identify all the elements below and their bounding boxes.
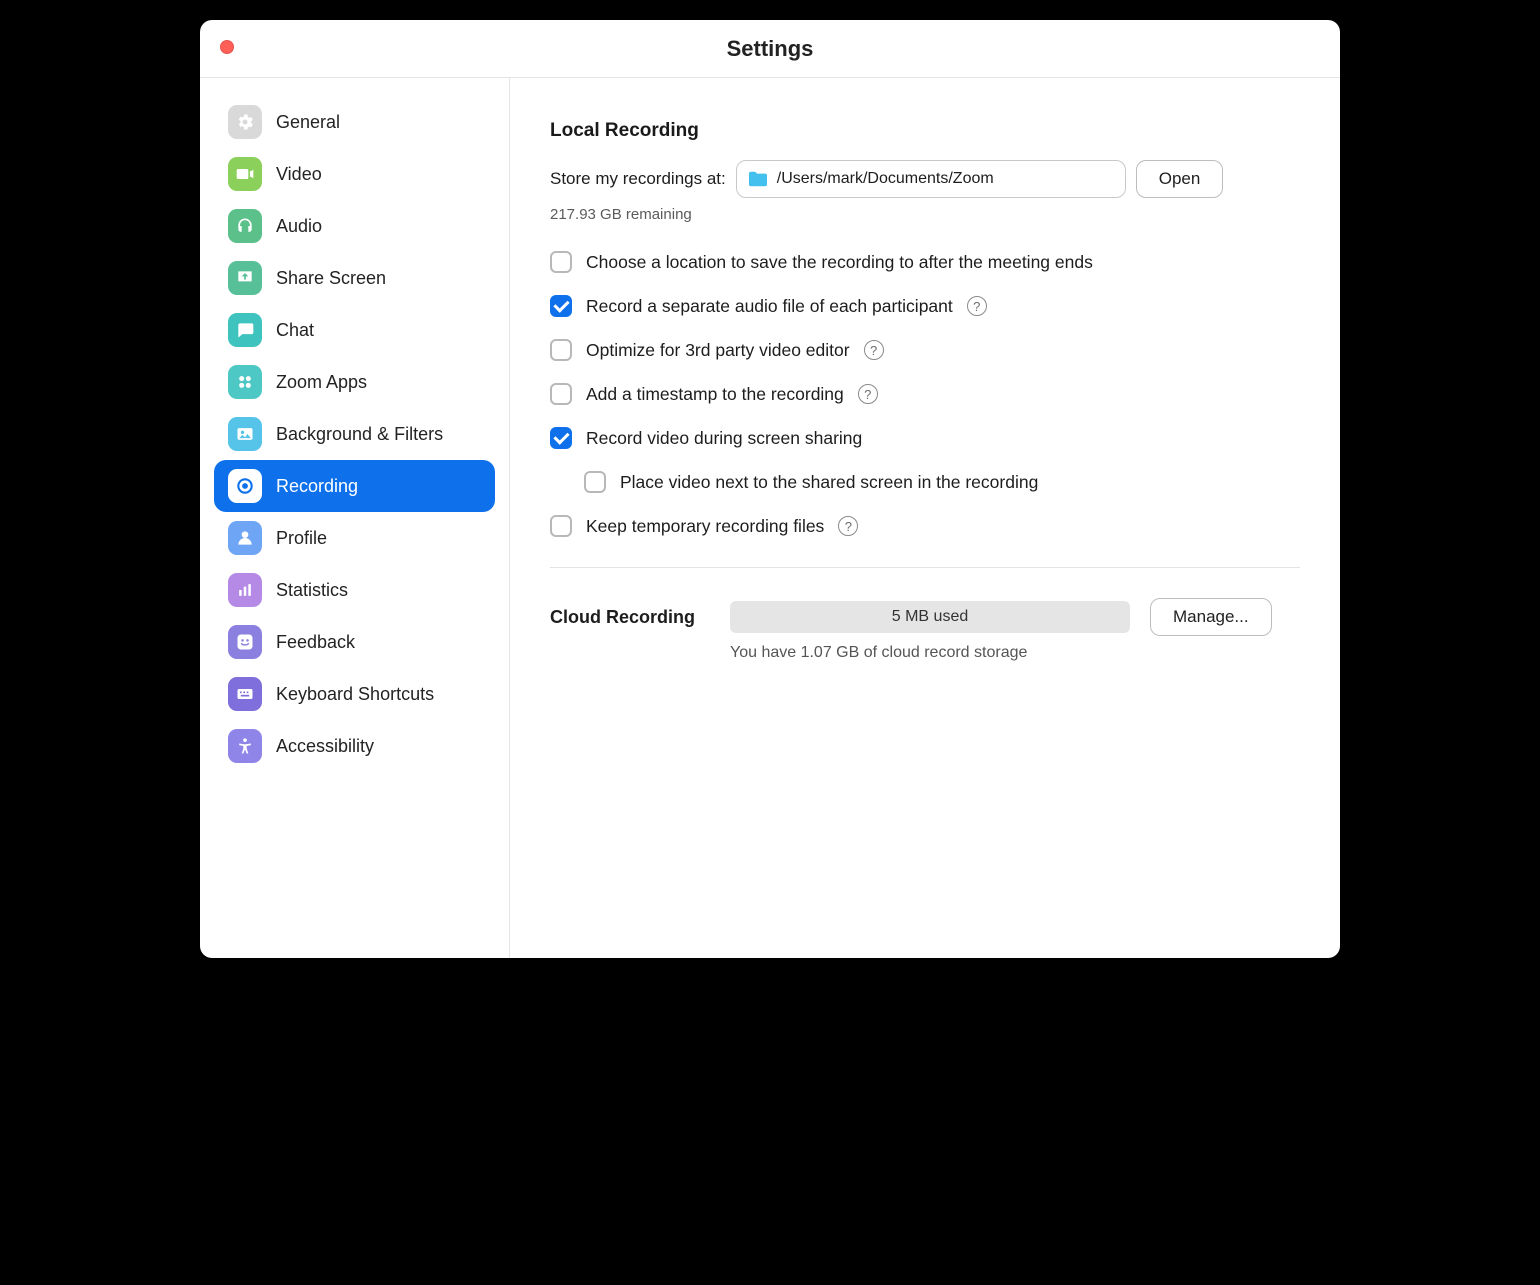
manage-button[interactable]: Manage...: [1150, 598, 1272, 636]
chat-icon: [228, 313, 262, 347]
close-window-button[interactable]: [220, 40, 234, 54]
cloud-usage-text: 5 MB used: [892, 608, 968, 626]
user-icon: [228, 521, 262, 555]
sidebar-item-recording[interactable]: Recording: [214, 460, 495, 512]
apps-icon: [228, 365, 262, 399]
sidebar-item-label: Keyboard Shortcuts: [276, 684, 434, 705]
body: General Video Audio Share Screen: [200, 78, 1340, 958]
sidebar-item-background-filters[interactable]: Background & Filters: [214, 408, 495, 460]
help-icon[interactable]: ?: [967, 296, 987, 316]
checkbox-timestamp[interactable]: [550, 383, 572, 405]
sidebar-item-share-screen[interactable]: Share Screen: [214, 252, 495, 304]
sidebar-item-label: General: [276, 112, 340, 133]
gear-icon: [228, 105, 262, 139]
sidebar-item-statistics[interactable]: Statistics: [214, 564, 495, 616]
help-icon[interactable]: ?: [864, 340, 884, 360]
photo-icon: [228, 417, 262, 451]
option-label: Keep temporary recording files: [586, 516, 824, 537]
smile-icon: [228, 625, 262, 659]
sidebar: General Video Audio Share Screen: [200, 78, 510, 958]
divider: [550, 567, 1300, 568]
sidebar-item-accessibility[interactable]: Accessibility: [214, 720, 495, 772]
option-label: Record video during screen sharing: [586, 428, 862, 449]
open-button[interactable]: Open: [1136, 160, 1224, 198]
option-label: Place video next to the shared screen in…: [620, 472, 1038, 493]
sidebar-item-label: Statistics: [276, 580, 348, 601]
option-video-during-share: Record video during screen sharing: [550, 427, 1300, 449]
sidebar-item-label: Zoom Apps: [276, 372, 367, 393]
store-row: Store my recordings at: /Users/mark/Docu…: [550, 160, 1300, 198]
chart-icon: [228, 573, 262, 607]
sidebar-item-audio[interactable]: Audio: [214, 200, 495, 252]
video-icon: [228, 157, 262, 191]
sidebar-item-zoom-apps[interactable]: Zoom Apps: [214, 356, 495, 408]
sidebar-item-label: Audio: [276, 216, 322, 237]
cloud-row: Cloud Recording 5 MB used Manage...: [550, 598, 1300, 636]
option-choose-location: Choose a location to save the recording …: [550, 251, 1300, 273]
option-label: Choose a location to save the recording …: [586, 252, 1093, 273]
sidebar-item-label: Profile: [276, 528, 327, 549]
checkbox-optimize-editor[interactable]: [550, 339, 572, 361]
checkbox-keep-temp-files[interactable]: [550, 515, 572, 537]
sidebar-item-keyboard-shortcuts[interactable]: Keyboard Shortcuts: [214, 668, 495, 720]
sidebar-item-general[interactable]: General: [214, 96, 495, 148]
checkbox-separate-audio[interactable]: [550, 295, 572, 317]
page-title: Settings: [200, 36, 1340, 62]
upload-icon: [228, 261, 262, 295]
keyboard-icon: [228, 677, 262, 711]
sidebar-item-label: Video: [276, 164, 322, 185]
store-label: Store my recordings at:: [550, 169, 726, 189]
checkbox-video-next-to-share[interactable]: [584, 471, 606, 493]
sidebar-item-label: Chat: [276, 320, 314, 341]
sidebar-item-feedback[interactable]: Feedback: [214, 616, 495, 668]
accessibility-icon: [228, 729, 262, 763]
settings-window: Settings General Video Audio: [200, 20, 1340, 958]
recording-path-value: /Users/mark/Documents/Zoom: [777, 170, 994, 188]
local-options: Choose a location to save the recording …: [550, 251, 1300, 537]
option-label: Add a timestamp to the recording: [586, 384, 844, 405]
window-controls: [220, 40, 234, 54]
help-icon[interactable]: ?: [858, 384, 878, 404]
option-separate-audio: Record a separate audio file of each par…: [550, 295, 1300, 317]
sidebar-item-profile[interactable]: Profile: [214, 512, 495, 564]
headphones-icon: [228, 209, 262, 243]
checkbox-video-during-share[interactable]: [550, 427, 572, 449]
local-recording-heading: Local Recording: [550, 120, 1300, 142]
recording-path-field[interactable]: /Users/mark/Documents/Zoom: [736, 160, 1126, 198]
cloud-usage-bar: 5 MB used: [730, 601, 1130, 633]
checkbox-choose-location[interactable]: [550, 251, 572, 273]
sidebar-item-chat[interactable]: Chat: [214, 304, 495, 356]
sidebar-item-label: Feedback: [276, 632, 355, 653]
cloud-recording-heading: Cloud Recording: [550, 607, 710, 628]
option-video-next-to-share: Place video next to the shared screen in…: [584, 471, 1300, 493]
option-optimize-editor: Optimize for 3rd party video editor ?: [550, 339, 1300, 361]
content-panel: Local Recording Store my recordings at: …: [510, 78, 1340, 958]
sidebar-item-label: Background & Filters: [276, 424, 443, 445]
help-icon[interactable]: ?: [838, 516, 858, 536]
option-timestamp: Add a timestamp to the recording ?: [550, 383, 1300, 405]
cloud-storage-note: You have 1.07 GB of cloud record storage: [730, 644, 1300, 662]
disk-remaining: 217.93 GB remaining: [550, 206, 1300, 223]
option-keep-temp-files: Keep temporary recording files ?: [550, 515, 1300, 537]
titlebar: Settings: [200, 20, 1340, 78]
sidebar-item-label: Share Screen: [276, 268, 386, 289]
sidebar-item-video[interactable]: Video: [214, 148, 495, 200]
folder-icon: [747, 170, 769, 188]
option-label: Optimize for 3rd party video editor: [586, 340, 850, 361]
sidebar-item-label: Recording: [276, 476, 358, 497]
sidebar-item-label: Accessibility: [276, 736, 374, 757]
record-icon: [228, 469, 262, 503]
option-label: Record a separate audio file of each par…: [586, 296, 953, 317]
